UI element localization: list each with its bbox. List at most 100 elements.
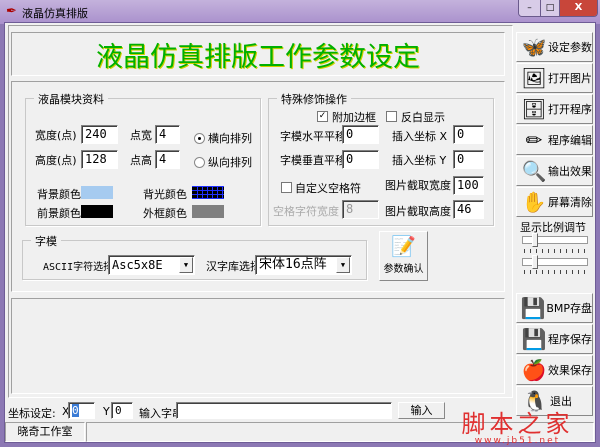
toolbar-button-label: 打开图片 — [548, 72, 592, 85]
string-input[interactable] — [176, 402, 392, 419]
toolbar-button-pencil[interactable]: ✏ 程序编辑 — [516, 125, 593, 155]
dot-height-input[interactable]: 4 — [155, 150, 180, 169]
radio-vertical[interactable] — [194, 157, 205, 168]
page-title: 液晶仿真排版工作参数设定 — [96, 41, 420, 73]
hz-select-value: 宋体16点阵 — [259, 257, 327, 272]
magnifier-icon: 🔍 — [521, 159, 547, 183]
toolbar-button-label: 效果保存 — [548, 364, 592, 377]
toolbar-button-magnifier[interactable]: 🔍 输出效果 — [516, 156, 593, 186]
height-label: 高度(点) — [35, 154, 77, 167]
slider-ticks — [524, 270, 586, 274]
invert-checkbox[interactable] — [386, 111, 397, 122]
v-shift-input[interactable]: 0 — [342, 150, 379, 169]
insert-x-label: 插入坐标 X — [392, 130, 448, 143]
toolbar-button-label: 退出 — [550, 395, 572, 408]
scale-slider-1[interactable] — [522, 233, 588, 247]
status-panel — [86, 422, 594, 442]
width-label: 宽度(点) — [35, 129, 77, 142]
backlight-color-swatch[interactable] — [192, 186, 224, 199]
add-border-checkbox[interactable]: ✓ — [317, 111, 328, 122]
bg-color-swatch[interactable] — [81, 186, 113, 199]
height-input[interactable]: 128 — [81, 150, 118, 169]
hz-label: 汉字库选择 — [206, 260, 261, 273]
toolbar-button-file-cabinet[interactable]: 🗄 打开程序 — [516, 94, 593, 124]
dot-height-label: 点高 — [130, 154, 152, 167]
toolbar-button-label: 设定参数 — [548, 41, 592, 54]
chevron-down-icon: ▼ — [179, 257, 193, 273]
backlight-color-label: 背光颜色 — [143, 188, 187, 201]
frame-color-label: 外框颜色 — [143, 207, 187, 220]
pencil-icon: ✏ — [525, 128, 543, 152]
title-panel: 液晶仿真排版工作参数设定 — [11, 32, 505, 76]
disk-save-icon: 💾 — [520, 296, 546, 320]
toolbar-button-butterfly[interactable]: 🦋 设定参数 — [516, 32, 593, 62]
frame-color-swatch[interactable] — [192, 205, 224, 218]
slider-ticks — [524, 249, 586, 253]
crop-width-input[interactable]: 100 — [453, 176, 484, 195]
custom-space-checkbox[interactable] — [281, 182, 292, 193]
insert-x-input[interactable]: 0 — [453, 125, 484, 144]
toolbar-button-red-floppy[interactable]: 💾 程序保存 — [516, 324, 593, 354]
window-title: 液晶仿真排版 — [22, 7, 88, 20]
fg-color-swatch[interactable] — [81, 205, 113, 218]
open-image-icon: 🖼 — [521, 66, 547, 90]
ascii-select-value: Asc5x8E — [112, 258, 163, 272]
lcd-preview-panel — [11, 298, 505, 394]
group-legend: 特殊修饰操作 — [277, 91, 351, 107]
apple-floppy-icon: 🍎 — [521, 358, 547, 382]
h-shift-input[interactable]: 0 — [342, 125, 379, 144]
radio-horizontal[interactable] — [194, 133, 205, 144]
toolbar-button-open-image[interactable]: 🖼 打开图片 — [516, 63, 593, 93]
toolbar-button-label: 打开程序 — [548, 103, 592, 116]
toolbar-button-label: 输出效果 — [548, 165, 592, 178]
space-width-label: 空格字符宽度 — [273, 205, 339, 218]
chevron-down-icon: ▼ — [336, 257, 350, 273]
crop-height-label: 图片截取高度 — [385, 205, 451, 218]
hz-select[interactable]: 宋体16点阵 ▼ — [255, 255, 352, 275]
toolbar-button-label: BMP存盘 — [546, 302, 592, 315]
y-label: Y — [103, 405, 110, 418]
toolbar-button-label: 屏幕清除 — [548, 196, 592, 209]
toolbar-button-disk-save[interactable]: 💾 BMP存盘 — [516, 293, 593, 323]
insert-y-label: 插入坐标 Y — [392, 154, 447, 167]
h-shift-label: 字模水平平移 — [280, 130, 346, 143]
group-legend: 液晶模块资料 — [34, 91, 108, 107]
coord-y-input[interactable]: 0 — [111, 402, 133, 419]
input-button[interactable]: 输入 — [398, 402, 445, 419]
confirm-button-label: 参数确认 — [383, 264, 424, 275]
fg-color-label: 前景颜色 — [37, 207, 81, 220]
coord-x-input[interactable]: 0 — [68, 402, 95, 419]
crop-width-label: 图片截取宽度 — [385, 179, 451, 192]
space-width-input: 8 — [342, 200, 379, 219]
ascii-select[interactable]: Asc5x8E ▼ — [108, 255, 195, 275]
insert-y-input[interactable]: 0 — [453, 150, 484, 169]
scale-slider-2[interactable] — [522, 255, 588, 269]
title-bar: ✒ 液晶仿真排版 – □ X — [0, 0, 600, 24]
toolbar-button-label: 程序保存 — [548, 333, 592, 346]
red-floppy-icon: 💾 — [521, 327, 547, 351]
toolbar-button-apple-floppy[interactable]: 🍎 效果保存 — [516, 355, 593, 385]
invert-label: 反白显示 — [401, 111, 445, 124]
custom-space-label: 自定义空格符 — [295, 182, 361, 195]
eraser-hand-icon: ✋ — [521, 190, 547, 214]
minimize-button[interactable]: – — [519, 0, 540, 16]
confirm-button[interactable]: 📝 参数确认 — [379, 231, 428, 281]
width-input[interactable]: 240 — [81, 125, 118, 144]
dot-width-input[interactable]: 4 — [155, 125, 180, 144]
v-shift-label: 字模垂直平移 — [280, 154, 346, 167]
coord-label: 坐标设定: — [8, 407, 56, 420]
close-button[interactable]: X — [559, 0, 597, 16]
maximize-button[interactable]: □ — [540, 0, 559, 16]
app-icon: ✒ — [6, 4, 17, 19]
crop-height-input[interactable]: 46 — [453, 200, 484, 219]
bg-color-label: 背景颜色 — [37, 188, 81, 201]
toolbar-button-penguin[interactable]: 🐧 退出 — [516, 386, 593, 416]
add-border-label: 附加边框 — [332, 111, 376, 124]
dot-width-label: 点宽 — [130, 129, 152, 142]
radio-vertical-label: 纵向排列 — [208, 156, 252, 169]
toolbar-button-eraser-hand[interactable]: ✋ 屏幕清除 — [516, 187, 593, 217]
ascii-label: ASCII字符选择 — [43, 262, 114, 273]
penguin-icon: 🐧 — [522, 389, 548, 413]
radio-horizontal-label: 横向排列 — [208, 132, 252, 145]
file-cabinet-icon: 🗄 — [521, 97, 547, 121]
